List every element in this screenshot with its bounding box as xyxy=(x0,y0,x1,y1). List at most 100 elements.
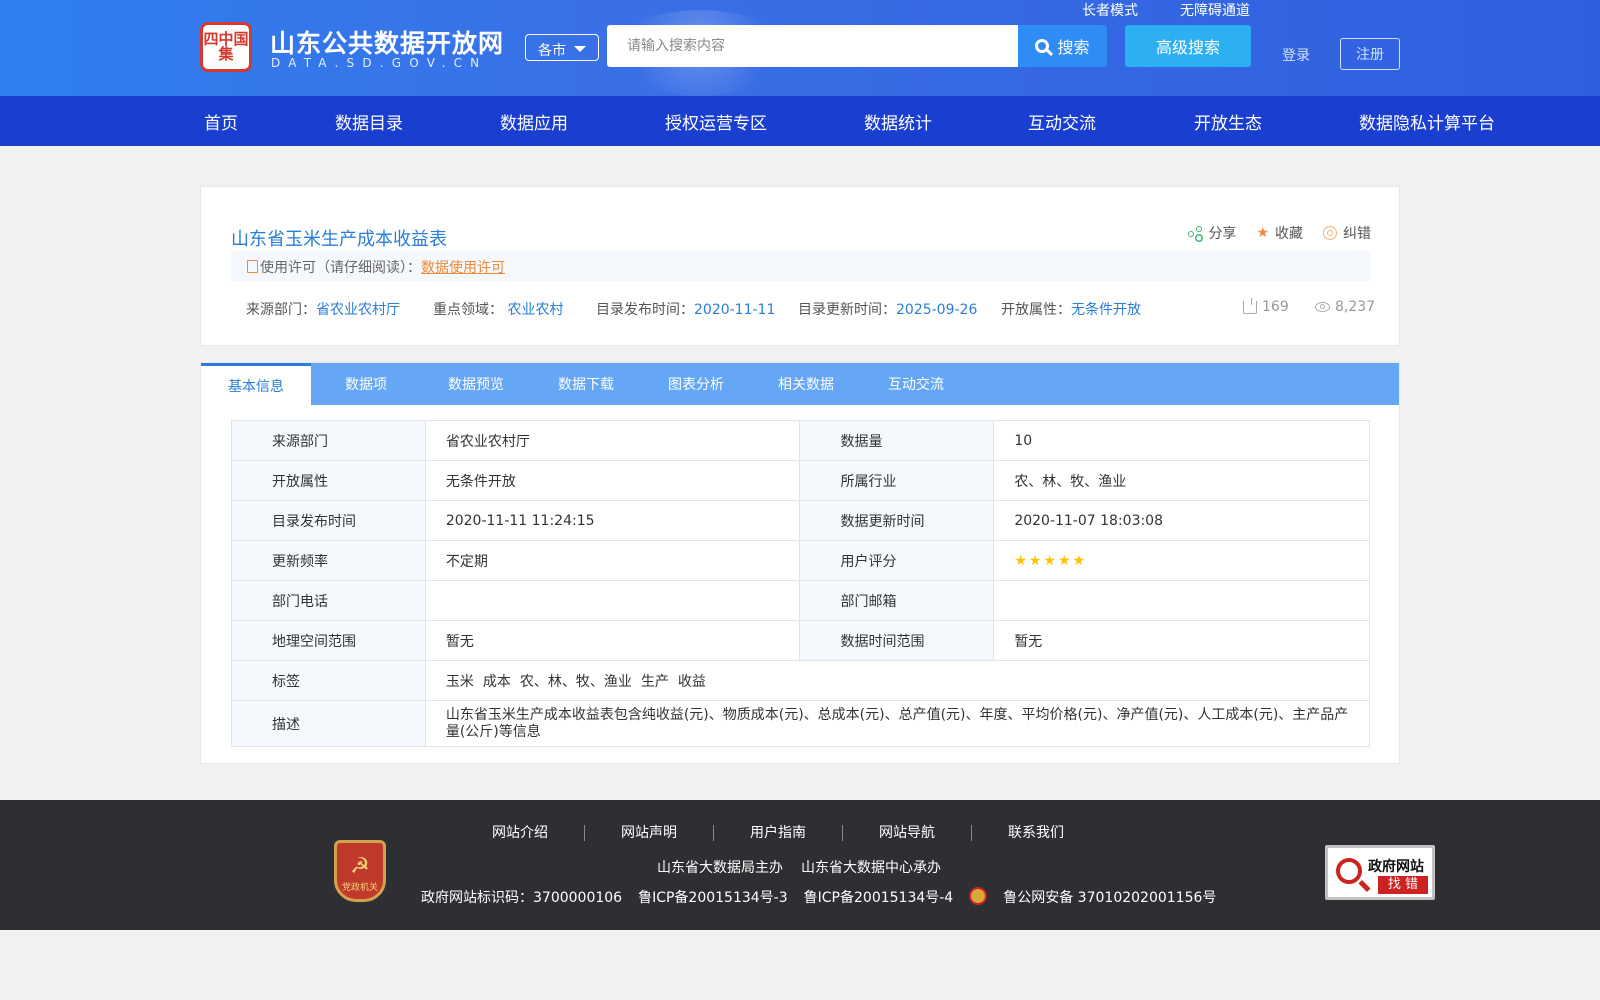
site-name[interactable]: 山东公共数据开放网 xyxy=(270,24,504,60)
tag[interactable]: 收益 xyxy=(678,674,706,690)
footer-link-about[interactable]: 网站介绍 xyxy=(474,825,585,841)
table-value xyxy=(993,580,1370,621)
download-count: 169 xyxy=(1243,297,1289,315)
tag[interactable]: 玉米 xyxy=(446,674,474,690)
table-row: 部门电话 部门邮箱 xyxy=(231,580,1370,621)
table-value: 农、林、牧、渔业 xyxy=(993,460,1370,501)
dataset-header-card: 山东省玉米生产成本收益表 分享 ★ 收藏 纠错 使用许可（请仔细阅读）：数据使用… xyxy=(200,186,1400,346)
table-key: 部门邮箱 xyxy=(799,580,995,621)
tag[interactable]: 成本 xyxy=(483,674,511,690)
tag[interactable]: 农、林、牧、渔业 xyxy=(520,674,632,690)
tab-basic-info[interactable]: 基本信息 xyxy=(201,363,311,405)
tab-related-data[interactable]: 相关数据 xyxy=(751,363,861,405)
tab-chart-analysis[interactable]: 图表分析 xyxy=(641,363,751,405)
nav-item-interaction[interactable]: 互动交流 xyxy=(1028,109,1096,134)
gov-finder-sub: 找 错 xyxy=(1378,876,1428,894)
magnifier-icon xyxy=(1336,858,1362,884)
advanced-search-button[interactable]: 高级搜索 xyxy=(1125,25,1251,67)
basic-info-table: 来源部门 省农业农村厅 数据量 10 开放属性 无条件开放 所属行业 农、林、牧… xyxy=(231,420,1371,747)
table-key: 更新频率 xyxy=(231,540,426,581)
meta-label: 来源部门： xyxy=(246,302,316,318)
footer-links: 网站介绍 网站声明 用户指南 网站导航 联系我们 xyxy=(474,825,1100,841)
domain-link[interactable]: 农业农村 xyxy=(507,302,563,318)
footer-organizer: 山东省大数据中心承办 xyxy=(801,860,941,876)
meta-label: 重点领域： xyxy=(433,302,503,318)
favorite-label: 收藏 xyxy=(1275,226,1303,242)
footer-icp-4[interactable]: 鲁ICP备20015134号-4 xyxy=(804,890,954,906)
source-dept-link[interactable]: 省农业农村厅 xyxy=(316,302,400,318)
report-error-button[interactable]: 纠错 xyxy=(1323,223,1371,243)
favorite-button[interactable]: ★ 收藏 xyxy=(1256,223,1303,243)
tab-interaction[interactable]: 互动交流 xyxy=(861,363,971,405)
elder-mode-link[interactable]: 长者模式 xyxy=(1082,0,1138,20)
table-value: 省农业农村厅 xyxy=(424,420,801,461)
meta-label: 目录发布时间： xyxy=(596,302,694,318)
tab-data-items[interactable]: 数据项 xyxy=(311,363,421,405)
search-button[interactable]: 搜索 xyxy=(1018,25,1107,67)
table-key: 数据时间范围 xyxy=(799,620,995,661)
party-government-badge[interactable]: ☭ 党政机关 xyxy=(334,840,386,902)
table-value: 无条件开放 xyxy=(424,460,801,501)
nav-item-authorized-ops[interactable]: 授权运营专区 xyxy=(665,109,767,134)
nav-item-statistics[interactable]: 数据统计 xyxy=(864,109,932,134)
table-row: 地理空间范围 暂无 数据时间范围 暂无 xyxy=(231,620,1370,661)
share-icon xyxy=(1188,226,1203,240)
accessibility-link[interactable]: 无障碍通道 xyxy=(1180,0,1250,20)
gov-site-error-finder[interactable]: 政府网站 找 错 xyxy=(1325,845,1435,900)
download-count-value: 169 xyxy=(1262,299,1289,315)
table-key: 开放属性 xyxy=(231,460,426,501)
gov-finder-title: 政府网站 xyxy=(1368,859,1424,875)
dataset-actions: 分享 ★ 收藏 纠错 xyxy=(1188,223,1371,243)
share-label: 分享 xyxy=(1208,226,1237,242)
table-row: 更新频率 不定期 用户评分 ★★★★★ xyxy=(231,540,1370,581)
search-input[interactable] xyxy=(607,25,1018,67)
police-badge-icon xyxy=(969,887,988,905)
site-footer: ☭ 党政机关 网站介绍 网站声明 用户指南 网站导航 联系我们 山东省大数据局主… xyxy=(0,800,1600,930)
rating-stars-icon: ★★★★★ xyxy=(1014,552,1088,569)
table-row: 来源部门 省农业农村厅 数据量 10 xyxy=(231,420,1370,461)
footer-icp-3[interactable]: 鲁ICP备20015134号-3 xyxy=(638,890,788,906)
table-value: 2020-11-07 18:03:08 xyxy=(993,500,1370,541)
footer-link-sitemap[interactable]: 网站导航 xyxy=(843,825,972,841)
license-link[interactable]: 数据使用许可 xyxy=(421,260,505,276)
login-link[interactable]: 登录 xyxy=(1282,45,1310,65)
footer-sponsor: 山东省大数据局主办 xyxy=(657,860,783,876)
tab-data-preview[interactable]: 数据预览 xyxy=(421,363,531,405)
footer-link-guide[interactable]: 用户指南 xyxy=(714,825,843,841)
table-value: 暂无 xyxy=(424,620,801,661)
update-date-value: 2025-09-26 xyxy=(896,302,978,318)
nav-item-ecosystem[interactable]: 开放生态 xyxy=(1194,109,1262,134)
share-button[interactable]: 分享 xyxy=(1188,223,1236,243)
nav-item-privacy-computing[interactable]: 数据隐私计算平台 xyxy=(1359,109,1495,134)
eye-icon xyxy=(1315,302,1330,312)
tags-cell: 玉米 成本 农、林、牧、渔业 生产 收益 xyxy=(424,660,1371,701)
table-value: 不定期 xyxy=(424,540,801,581)
tag[interactable]: 生产 xyxy=(641,674,669,690)
nav-item-catalog[interactable]: 数据目录 xyxy=(335,109,403,134)
register-button[interactable]: 注册 xyxy=(1340,38,1400,70)
footer-police-record[interactable]: 鲁公网安备 37010202001156号 xyxy=(1003,890,1216,906)
license-label: 使用许可（请仔细阅读）： xyxy=(260,260,421,276)
search-icon xyxy=(1035,39,1050,53)
city-select[interactable]: 各市 xyxy=(525,34,599,61)
footer-link-contact[interactable]: 联系我们 xyxy=(972,825,1100,841)
table-row: 目录发布时间 2020-11-11 11:24:15 数据更新时间 2020-1… xyxy=(231,500,1370,541)
view-count: 8,237 xyxy=(1315,299,1375,315)
nav-item-apps[interactable]: 数据应用 xyxy=(500,109,568,134)
tab-data-download[interactable]: 数据下载 xyxy=(531,363,641,405)
dataset-title: 山东省玉米生产成本收益表 xyxy=(231,229,447,250)
search-button-label: 搜索 xyxy=(1057,38,1090,57)
description-value: 山东省玉米生产成本收益表包含纯收益(元)、物质成本(元)、总成本(元)、总产值(… xyxy=(424,700,1371,747)
report-error-label: 纠错 xyxy=(1343,226,1371,242)
site-header: 四中国集 山东公共数据开放网 DATA.SD.GOV.CN 各市 搜索 高级搜索… xyxy=(0,0,1600,96)
city-select-value: 各市 xyxy=(538,43,566,59)
table-key: 用户评分 xyxy=(799,540,995,581)
footer-site-id: 政府网站标识码：3700000106 xyxy=(421,890,623,906)
user-rating: ★★★★★ xyxy=(993,540,1370,581)
footer-registration: 政府网站标识码：3700000106 鲁ICP备20015134号-3 鲁ICP备2… xyxy=(421,887,1232,907)
nav-item-home[interactable]: 首页 xyxy=(204,109,238,134)
footer-link-statement[interactable]: 网站声明 xyxy=(585,825,714,841)
site-logo-seal[interactable]: 四中国集 xyxy=(200,22,252,72)
meta-open-attr: 开放属性：无条件开放 xyxy=(1001,299,1141,319)
meta-domain: 重点领域： 农业农村 xyxy=(433,299,563,319)
